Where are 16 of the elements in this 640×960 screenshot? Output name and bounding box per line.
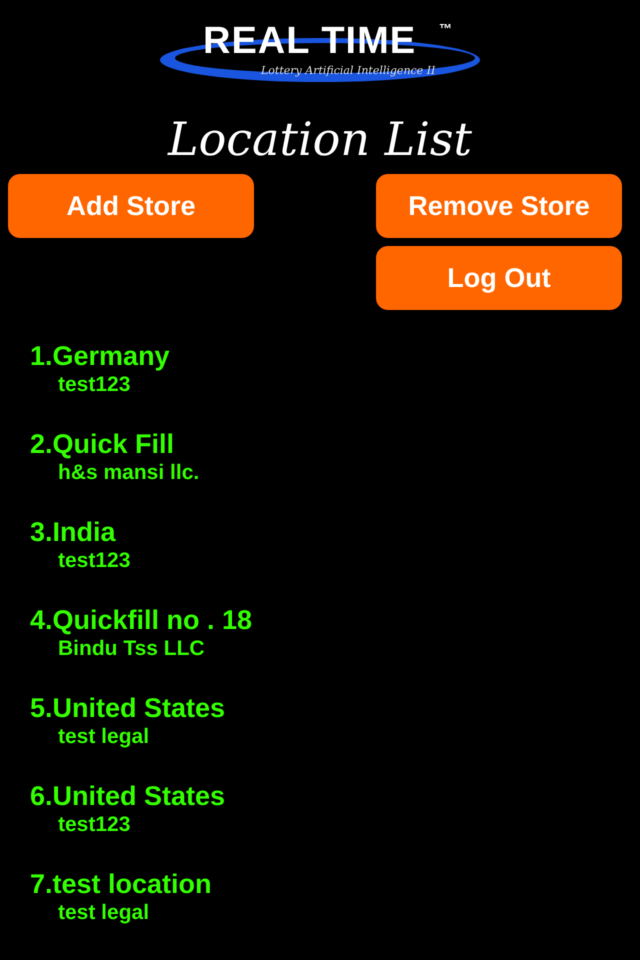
location-owner: Bindu Tss LLC — [58, 636, 206, 662]
location-owner: test legal — [58, 724, 150, 750]
location-name[interactable]: 7.test location — [30, 868, 640, 900]
location-name[interactable]: 4.Quickfill no . 18 — [30, 604, 640, 636]
location-owner: test legal — [58, 900, 150, 926]
location-name[interactable]: 6.United States — [30, 780, 640, 812]
location-name[interactable]: 3.India — [30, 516, 640, 548]
page-heading: Location List — [166, 116, 473, 162]
location-owner: h&s mansi llc. — [58, 460, 200, 486]
location-owner: test123 — [58, 548, 132, 574]
location-name[interactable]: 1.Germany — [30, 340, 640, 372]
trademark-text: ™ — [439, 22, 452, 35]
location-owner: test123 — [58, 372, 132, 398]
location-name[interactable]: 2.Quick Fill — [30, 428, 640, 460]
location-owner: test123 — [58, 812, 132, 838]
location-name[interactable]: 5.United States — [30, 692, 640, 724]
